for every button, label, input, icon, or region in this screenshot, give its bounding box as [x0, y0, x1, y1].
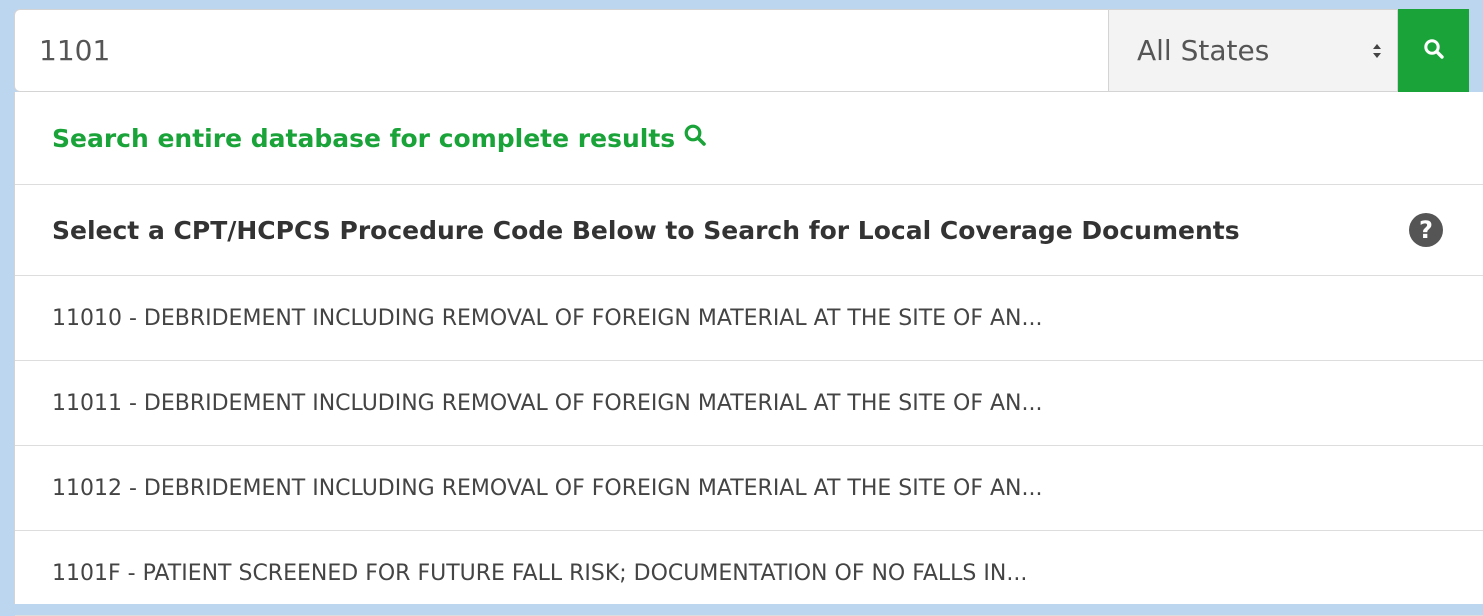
result-item-label: 11011 - DEBRIDEMENT INCLUDING REMOVAL OF… [52, 390, 1043, 416]
search-icon [675, 123, 707, 153]
search-bar: All States [14, 9, 1483, 92]
question-circle-icon[interactable]: ? [1409, 213, 1443, 247]
search-icon [1423, 38, 1445, 64]
help-glyph: ? [1419, 216, 1433, 244]
section-header-label: Select a CPT/HCPCS Procedure Code Below … [52, 215, 1240, 245]
result-item[interactable]: 11010 - DEBRIDEMENT INCLUDING REMOVAL OF… [15, 276, 1483, 361]
search-database-link[interactable]: Search entire database for complete resu… [15, 92, 1483, 185]
state-select-value: All States [1137, 34, 1270, 67]
search-database-link-label: Search entire database for complete resu… [52, 123, 676, 153]
result-item-label: 11010 - DEBRIDEMENT INCLUDING REMOVAL OF… [52, 305, 1043, 331]
result-item[interactable]: 11012 - DEBRIDEMENT INCLUDING REMOVAL OF… [15, 446, 1483, 531]
result-item-label: 1101F - PATIENT SCREENED FOR FUTURE FALL… [52, 560, 1028, 586]
result-item[interactable]: 11011 - DEBRIDEMENT INCLUDING REMOVAL OF… [15, 361, 1483, 446]
section-header: Select a CPT/HCPCS Procedure Code Below … [15, 185, 1483, 276]
search-button[interactable] [1398, 9, 1469, 92]
autocomplete-dropdown: Search entire database for complete resu… [14, 92, 1483, 616]
result-item-label: 11012 - DEBRIDEMENT INCLUDING REMOVAL OF… [52, 475, 1043, 501]
sort-arrows-icon [1371, 41, 1383, 61]
result-item[interactable]: 1101F - PATIENT SCREENED FOR FUTURE FALL… [15, 531, 1483, 616]
search-input[interactable] [14, 9, 1108, 92]
state-select[interactable]: All States [1108, 9, 1398, 92]
